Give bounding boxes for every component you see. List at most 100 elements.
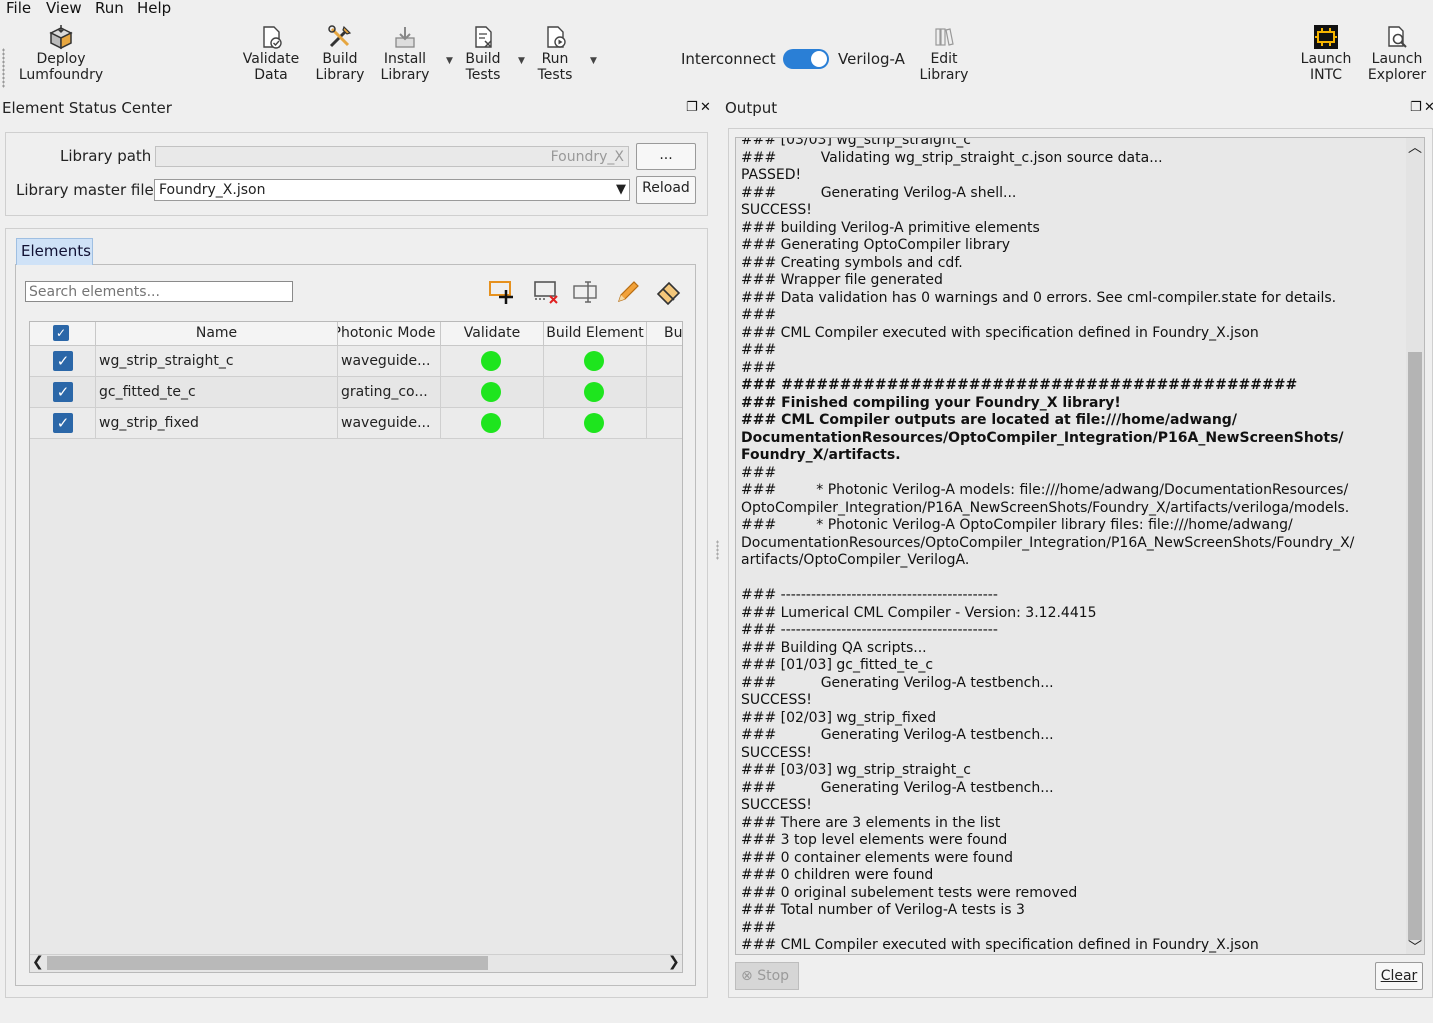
vertical-scrollbar-thumb[interactable] xyxy=(1408,352,1422,940)
search-elements-input[interactable] xyxy=(25,281,293,302)
column-header-build-element[interactable]: Build Element xyxy=(544,322,647,346)
element-status-center-title: Element Status Center xyxy=(2,99,172,117)
menu-run[interactable]: Run xyxy=(95,0,124,17)
build-tests-label: Build Tests xyxy=(465,51,501,83)
log-line: SUCCESS! xyxy=(741,692,812,708)
launch-explorer-button[interactable]: Launch Explorer xyxy=(1364,24,1430,83)
column-header-photonic-mode[interactable]: Photonic Mode xyxy=(338,322,441,346)
build-tests-dropdown-arrow-icon[interactable]: ▼ xyxy=(518,56,525,66)
column-header-bu[interactable]: Bu xyxy=(647,322,682,346)
horizontal-scrollbar-thumb[interactable] xyxy=(47,956,488,970)
table-row[interactable]: ✓ gc_fitted_te_c grating_co... xyxy=(30,377,682,408)
edit-pencil-icon[interactable] xyxy=(615,279,641,305)
validate-ok-indicator xyxy=(481,351,501,371)
element-name-cell: wg_strip_straight_c xyxy=(96,346,338,377)
log-line: ### Generating Verilog-A shell... xyxy=(741,184,1017,201)
log-line: SUCCESS! xyxy=(741,744,812,761)
eraser-icon[interactable] xyxy=(655,279,683,305)
log-line: ### 0 children were found xyxy=(741,867,934,883)
tab-elements[interactable]: Elements xyxy=(16,238,93,265)
row-checkbox[interactable]: ✓ xyxy=(53,382,73,402)
launch-intc-button[interactable]: Launch INTC xyxy=(1296,24,1356,83)
table-row[interactable]: ✓ wg_strip_fixed waveguide... xyxy=(30,408,682,439)
run-tests-button[interactable]: Run Tests xyxy=(532,24,578,83)
close-left-panel-icon[interactable]: ✕ xyxy=(700,100,711,115)
library-path-field[interactable]: Foundry_X xyxy=(155,146,629,167)
header-select-all[interactable]: ✓ xyxy=(30,322,96,346)
menu-file[interactable]: File xyxy=(6,0,31,17)
log-line: ### xyxy=(741,464,777,481)
interconnect-label: Interconnect xyxy=(681,50,776,68)
scroll-up-arrow-icon[interactable]: ︿ xyxy=(1408,137,1422,157)
undock-output-icon[interactable]: ❐ xyxy=(1410,100,1422,115)
validate-status-cell xyxy=(441,346,544,377)
log-line: ### [01/03] gc_fitted_te_c xyxy=(741,657,934,673)
clear-button[interactable]: Clear xyxy=(1375,962,1423,990)
column-header-name[interactable]: Name xyxy=(96,322,338,346)
build-ok-indicator xyxy=(584,413,604,433)
menu-view[interactable]: View xyxy=(46,0,82,17)
undock-left-icon[interactable]: ❐ xyxy=(686,100,698,115)
menu-help[interactable]: Help xyxy=(137,0,171,17)
build-library-button[interactable]: Build Library xyxy=(312,24,368,83)
library-path-label: Library path xyxy=(60,147,152,165)
column-header-validate[interactable]: Validate xyxy=(441,322,544,346)
deploy-lumfoundry-button[interactable]: Deploy Lumfoundry xyxy=(14,24,108,83)
log-line: ### xyxy=(741,359,777,376)
bu-cell xyxy=(647,408,682,439)
browse-button[interactable]: ... xyxy=(636,143,696,170)
validate-data-button[interactable]: Validate Data xyxy=(238,24,304,83)
scroll-right-arrow-icon[interactable]: ❯ xyxy=(668,954,680,970)
close-output-panel-icon[interactable]: ✕ xyxy=(1424,100,1433,115)
validate-ok-indicator xyxy=(481,413,501,433)
row-checkbox[interactable]: ✓ xyxy=(53,413,73,433)
output-log[interactable]: ### [03/03] wg_strip_straight_c ### Vali… xyxy=(735,137,1425,955)
stop-icon: ⊗ xyxy=(741,968,753,984)
scroll-left-arrow-icon[interactable]: ❮ xyxy=(32,954,44,970)
log-line: SUCCESS! xyxy=(741,797,812,813)
library-settings-group xyxy=(5,132,708,216)
log-line: ### Wrapper file generated xyxy=(741,272,943,288)
add-element-icon[interactable] xyxy=(489,279,517,305)
log-line: PASSED! xyxy=(741,167,802,183)
panel-splitter[interactable] xyxy=(716,540,719,560)
run-tests-dropdown-arrow-icon[interactable]: ▼ xyxy=(590,56,597,66)
select-all-checkbox[interactable]: ✓ xyxy=(53,325,69,341)
install-library-button[interactable]: Install Library xyxy=(376,24,434,83)
deploy-label: Deploy Lumfoundry xyxy=(18,51,104,83)
stop-button[interactable]: ⊗ Stop xyxy=(735,962,799,990)
remove-element-icon[interactable] xyxy=(533,279,561,305)
tools-icon xyxy=(328,25,352,48)
library-master-file-label: Library master file xyxy=(16,181,154,199)
build-library-label: Build Library xyxy=(315,51,365,83)
row-select-cell: ✓ xyxy=(30,346,96,377)
log-line: ### Generating Verilog-A testbench... xyxy=(741,727,1054,743)
log-line: ### Data validation has 0 warnings and 0… xyxy=(741,289,1337,306)
edit-library-button[interactable]: Edit Library xyxy=(912,24,976,83)
explorer-magnifier-icon xyxy=(1388,26,1407,48)
verilog-a-label: Verilog-A xyxy=(838,50,905,68)
log-line: ### xyxy=(741,342,777,358)
table-row[interactable]: ✓ wg_strip_straight_c waveguide... xyxy=(30,346,682,377)
install-library-label: Install Library xyxy=(380,51,430,83)
row-checkbox[interactable]: ✓ xyxy=(53,351,73,371)
log-line: SUCCESS! xyxy=(741,202,812,218)
master-file-select[interactable]: Foundry_X.json ▼ xyxy=(154,179,630,201)
log-line: ### ####################################… xyxy=(741,377,1298,393)
log-line: ### * Photonic Verilog-A models: file://… xyxy=(741,482,1350,516)
build-tests-button[interactable]: Build Tests xyxy=(458,24,508,83)
toolbar-grip[interactable] xyxy=(2,48,5,88)
log-line: ### Validating wg_strip_straight_c.json … xyxy=(741,149,1163,166)
install-dropdown-arrow-icon[interactable]: ▼ xyxy=(446,56,453,66)
rename-element-icon[interactable] xyxy=(573,280,601,304)
reload-button[interactable]: Reload xyxy=(636,176,696,204)
row-select-cell: ✓ xyxy=(30,408,96,439)
install-icon xyxy=(395,27,415,48)
scroll-down-arrow-icon[interactable]: ﹀ xyxy=(1408,937,1422,957)
log-line: ### xyxy=(741,307,777,323)
photonic-mode-cell: waveguide... xyxy=(338,346,441,377)
log-line: ### Generating OptoCompiler library xyxy=(741,237,1010,253)
element-name-cell: wg_strip_fixed xyxy=(96,408,338,439)
build-tests-icon xyxy=(475,26,492,48)
toggle-knob xyxy=(811,51,827,67)
